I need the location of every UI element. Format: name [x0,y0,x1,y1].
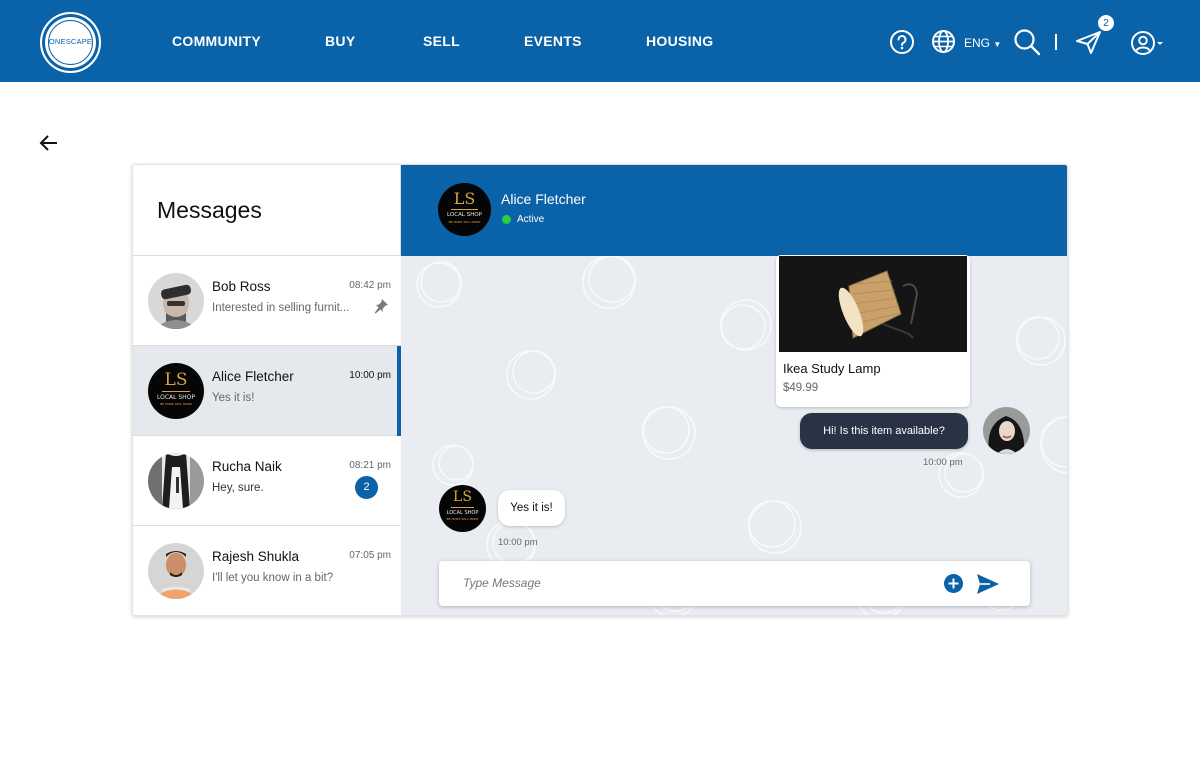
contact-message-avatar: LS LOCAL SHOP BE MORE SELL MORE [439,485,486,532]
top-navbar: ONESCAPE COMMUNITY BUY SELL EVENTS HOUSI… [0,0,1200,82]
local-shop-name: LOCAL SHOP [447,212,482,218]
local-shop-mark: LS [453,189,476,208]
incoming-message-time: 10:00 pm [498,537,538,548]
contact-avatar: LS LOCAL SHOP BE MORE SELL MORE [438,183,491,236]
pin-icon[interactable] [373,298,389,314]
messages-title: Messages [157,197,262,223]
product-name: Ikea Study Lamp [783,361,881,376]
unread-count-badge: 2 [355,476,378,499]
product-price: $49.99 [783,382,819,394]
local-shop-tagline: BE MORE SELL MORE [446,517,479,521]
avatar-bob-ross [148,273,204,329]
send-icon[interactable] [1075,30,1102,55]
conversation-preview: Yes it is! [212,392,255,404]
help-icon[interactable] [889,29,915,55]
conversation-time: 08:42 pm [349,280,391,291]
contact-name: Alice Fletcher [501,191,586,207]
nav-link-events[interactable]: EVENTS [524,33,582,49]
avatar-rucha-naik [148,453,204,509]
incoming-message-bubble: Yes it is! [498,490,565,526]
message-input[interactable] [463,573,923,593]
avatar-local-shop: LS LOCAL SHOP BE MORE SELL MORE [148,363,204,419]
conversation-time: 10:00 pm [349,370,391,381]
sidebar-header: Messages [133,165,401,256]
chat-header: LS LOCAL SHOP BE MORE SELL MORE Alice Fl… [401,165,1067,256]
status-dot [502,215,511,224]
local-shop-tagline: BE MORE SELL MORE [160,402,192,406]
local-shop-name: LOCAL SHOP [446,510,479,516]
messages-card: Messages Bob Ross 08:42 pm Interested in… [132,164,1068,616]
onescape-logo[interactable]: ONESCAPE [40,12,101,73]
send-message-icon[interactable] [976,573,1000,595]
outgoing-message-time: 10:00 pm [923,457,963,468]
nav-link-sell[interactable]: SELL [423,33,460,49]
local-shop-tagline: BE MORE SELL MORE [448,220,481,224]
notification-badge: 2 [1098,15,1114,31]
my-avatar [983,407,1030,454]
avatar-rajesh-shukla [148,543,204,599]
conversation-item-rajesh-shukla[interactable]: Rajesh Shukla 07:05 pm I'll let you know… [133,526,401,615]
local-shop-mark: LS [453,489,472,505]
chat-panel: LS LOCAL SHOP BE MORE SELL MORE Alice Fl… [401,165,1067,615]
logo-divider [162,391,190,392]
conversation-time: 08:21 pm [349,460,391,471]
conversation-name: Alice Fletcher [212,369,294,384]
language-label: ENG [964,36,991,50]
back-arrow-icon[interactable] [38,133,60,153]
conversation-name: Rucha Naik [212,459,282,474]
conversation-preview: Interested in selling furnit... [212,302,350,314]
conversation-name: Bob Ross [212,279,271,294]
conversation-item-alice-fletcher[interactable]: LS LOCAL SHOP BE MORE SELL MORE Alice Fl… [133,346,401,436]
message-composer [439,561,1030,606]
logo-divider [451,507,474,508]
conversation-preview: I'll let you know in a bit? [212,572,334,584]
user-icon[interactable] [1130,30,1164,56]
local-shop-name: LOCAL SHOP [156,394,196,401]
outgoing-message-bubble: Hi! Is this item available? [800,413,968,449]
conversation-preview: Hey, sure. [212,482,264,494]
nav-divider [1055,34,1057,50]
logo-text: ONESCAPE [48,37,93,46]
nav-link-housing[interactable]: HOUSING [646,33,713,49]
add-attachment-icon[interactable] [944,574,963,593]
conversation-item-rucha-naik[interactable]: Rucha Naik 08:21 pm Hey, sure. 2 [133,436,401,526]
search-icon[interactable] [1013,28,1041,56]
chevron-down-icon: ▼ [993,40,1002,49]
product-image [779,256,967,352]
local-shop-mark: LS [164,370,188,390]
language-selector[interactable]: ENG ▼ [964,36,1001,50]
conversation-name: Rajesh Shukla [212,549,300,564]
contact-status: Active [517,214,545,225]
conversation-item-bob-ross[interactable]: Bob Ross 08:42 pm Interested in selling … [133,256,401,346]
product-card[interactable]: Ikea Study Lamp $49.99 [776,255,970,407]
nav-link-community[interactable]: COMMUNITY [172,33,261,49]
logo-divider [451,209,478,210]
conversation-time: 07:05 pm [349,550,391,561]
conversation-sidebar: Messages Bob Ross 08:42 pm Interested in… [133,165,401,615]
globe-icon[interactable] [931,29,956,54]
nav-link-buy[interactable]: BUY [325,33,355,49]
